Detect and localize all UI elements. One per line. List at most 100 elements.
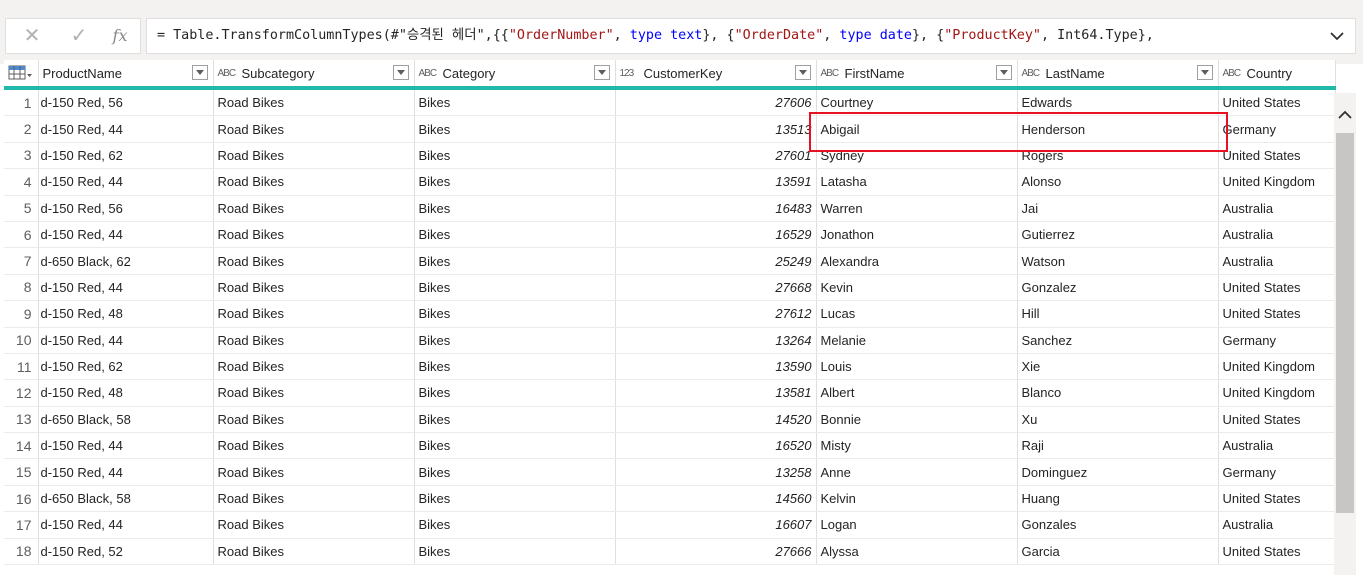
scroll-up-icon[interactable]: [1334, 107, 1356, 123]
table-cell[interactable]: Road Bikes: [213, 221, 415, 249]
table-cell[interactable]: 16483: [615, 195, 817, 222]
table-cell[interactable]: d-150 Red, 44: [38, 458, 214, 486]
table-cell[interactable]: Germany: [1218, 327, 1336, 354]
table-cell[interactable]: Bikes: [414, 538, 616, 566]
table-cell[interactable]: United Kingdom: [1218, 379, 1336, 407]
number-type-icon[interactable]: 123: [620, 68, 644, 79]
table-cell[interactable]: Gonzalez: [1017, 274, 1219, 302]
table-cell[interactable]: Abigail: [816, 115, 1018, 143]
table-cell[interactable]: d-150 Red, 44: [38, 115, 214, 143]
filter-dropdown-button[interactable]: [191, 65, 208, 80]
filter-dropdown-button[interactable]: [995, 65, 1012, 80]
row-number[interactable]: 18: [4, 538, 39, 566]
table-cell[interactable]: Bikes: [414, 406, 616, 434]
table-cell[interactable]: d-150 Red, 62: [38, 142, 214, 170]
row-number[interactable]: 3: [4, 142, 39, 170]
table-cell[interactable]: Kelvin: [816, 485, 1018, 513]
commit-icon[interactable]: ✓: [61, 19, 97, 53]
table-cell[interactable]: Road Bikes: [213, 168, 415, 196]
table-cell[interactable]: Albert: [816, 379, 1018, 407]
fx-icon[interactable]: fx: [102, 19, 138, 53]
table-cell[interactable]: Bikes: [414, 142, 616, 170]
table-cell[interactable]: d-650 Black, 58: [38, 406, 214, 434]
text-type-icon[interactable]: ABC: [1022, 68, 1046, 79]
table-cell[interactable]: d-150 Red, 44: [38, 274, 214, 302]
table-cell[interactable]: Alonso: [1017, 168, 1219, 196]
table-cell[interactable]: 27606: [615, 88, 817, 117]
table-cell[interactable]: Bikes: [414, 300, 616, 328]
row-number[interactable]: 4: [4, 168, 39, 196]
table-cell[interactable]: Australia: [1218, 247, 1336, 275]
table-cell[interactable]: Latasha: [816, 168, 1018, 196]
table-cell[interactable]: Road Bikes: [213, 485, 415, 513]
column-header-country[interactable]: ABC Country: [1218, 60, 1336, 90]
table-cell[interactable]: Gutierrez: [1017, 221, 1219, 249]
table-cell[interactable]: d-150 Red, 62: [38, 353, 214, 381]
table-cell[interactable]: Louis: [816, 353, 1018, 381]
table-cell[interactable]: 27668: [615, 274, 817, 302]
text-type-icon[interactable]: ABC: [419, 68, 443, 79]
table-cell[interactable]: Logan: [816, 511, 1018, 539]
row-number[interactable]: 8: [4, 274, 39, 302]
table-cell[interactable]: Kevin: [816, 274, 1018, 302]
column-header-category[interactable]: ABC Category: [414, 60, 616, 90]
table-cell[interactable]: 13581: [615, 379, 817, 407]
table-cell[interactable]: Australia: [1218, 221, 1336, 249]
row-number[interactable]: 11: [4, 353, 39, 381]
table-cell[interactable]: Bikes: [414, 274, 616, 302]
table-cell[interactable]: d-650 Black, 62: [38, 247, 214, 275]
row-number[interactable]: 16: [4, 485, 39, 513]
column-header-customerkey[interactable]: 123 CustomerKey: [615, 60, 817, 90]
table-cell[interactable]: Road Bikes: [213, 458, 415, 486]
table-cell[interactable]: 13258: [615, 458, 817, 486]
table-cell[interactable]: 27612: [615, 300, 817, 328]
table-cell[interactable]: 13264: [615, 327, 817, 354]
table-cell[interactable]: United States: [1218, 142, 1336, 170]
row-number[interactable]: 1: [4, 88, 39, 117]
table-cell[interactable]: Sydney: [816, 142, 1018, 170]
table-cell[interactable]: d-150 Red, 56: [38, 88, 214, 117]
table-cell[interactable]: 27666: [615, 538, 817, 566]
row-number[interactable]: 12: [4, 379, 39, 407]
text-type-icon[interactable]: ABC: [821, 68, 845, 79]
table-cell[interactable]: d-150 Red, 56: [38, 195, 214, 222]
table-cell[interactable]: d-150 Red, 44: [38, 221, 214, 249]
table-cell[interactable]: Bikes: [414, 221, 616, 249]
table-cell[interactable]: Australia: [1218, 511, 1336, 539]
table-cell[interactable]: Bikes: [414, 115, 616, 143]
table-cell[interactable]: Germany: [1218, 115, 1336, 143]
table-cell[interactable]: 16607: [615, 511, 817, 539]
table-cell[interactable]: Warren: [816, 195, 1018, 222]
table-cell[interactable]: Xu: [1017, 406, 1219, 434]
formula-input[interactable]: = Table.TransformColumnTypes(#"승격된 헤더",{…: [146, 18, 1356, 54]
cancel-icon[interactable]: ✕: [14, 19, 50, 53]
table-cell[interactable]: Alexandra: [816, 247, 1018, 275]
filter-dropdown-button[interactable]: [1196, 65, 1213, 80]
table-cell[interactable]: d-150 Red, 48: [38, 300, 214, 328]
table-cell[interactable]: Bikes: [414, 195, 616, 222]
table-cell[interactable]: Bikes: [414, 168, 616, 196]
table-cell[interactable]: Blanco: [1017, 379, 1219, 407]
table-cell[interactable]: Rogers: [1017, 142, 1219, 170]
table-cell[interactable]: 13513: [615, 115, 817, 143]
table-cell[interactable]: d-150 Red, 44: [38, 327, 214, 354]
row-number[interactable]: 13: [4, 406, 39, 434]
table-cell[interactable]: Bikes: [414, 353, 616, 381]
row-number[interactable]: 15: [4, 458, 39, 486]
table-cell[interactable]: 16529: [615, 221, 817, 249]
table-cell[interactable]: Road Bikes: [213, 115, 415, 143]
table-cell[interactable]: Edwards: [1017, 88, 1219, 117]
table-cell[interactable]: 13591: [615, 168, 817, 196]
row-number[interactable]: 6: [4, 221, 39, 249]
table-cell[interactable]: United States: [1218, 406, 1336, 434]
table-cell[interactable]: United States: [1218, 274, 1336, 302]
table-cell[interactable]: Huang: [1017, 485, 1219, 513]
table-cell[interactable]: Misty: [816, 432, 1018, 460]
table-cell[interactable]: Germany: [1218, 458, 1336, 486]
table-cell[interactable]: United States: [1218, 485, 1336, 513]
table-cell[interactable]: Bikes: [414, 88, 616, 117]
column-header-lastname[interactable]: ABC LastName: [1017, 60, 1219, 90]
table-cell[interactable]: 13590: [615, 353, 817, 381]
row-number[interactable]: 10: [4, 327, 39, 354]
table-cell[interactable]: Garcia: [1017, 538, 1219, 566]
